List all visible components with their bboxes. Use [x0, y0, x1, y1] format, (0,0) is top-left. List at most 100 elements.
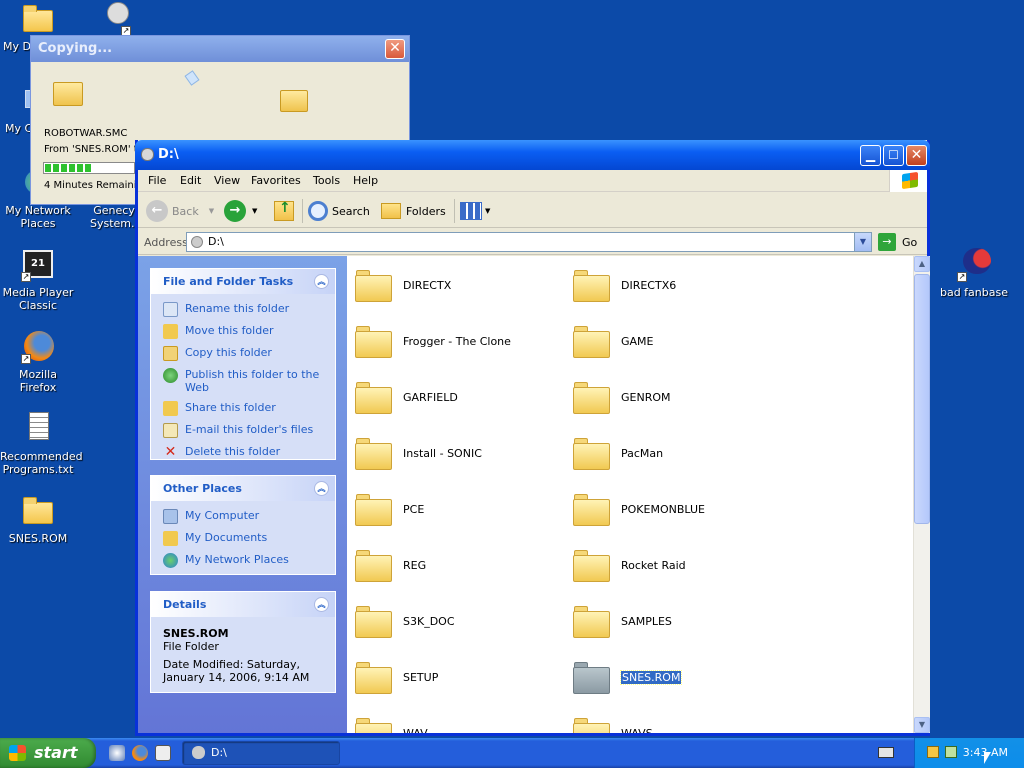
folder-item[interactable]: Install - SONIC: [355, 431, 482, 475]
back-button[interactable]: ← Back ▼: [146, 198, 214, 224]
go-label: Go: [902, 235, 918, 249]
documents-folder-icon: [163, 531, 178, 546]
search-button[interactable]: Search: [308, 198, 370, 224]
cd-drive-icon: ↗: [99, 2, 133, 36]
folder-item[interactable]: S3K_DOC: [355, 599, 455, 643]
system-tray: 3:43 AM: [914, 738, 1024, 768]
desktop-icon-snes-rom[interactable]: SNES.ROM: [0, 494, 76, 545]
folder-icon: [355, 548, 393, 582]
sonic-icon: ↗: [957, 248, 991, 282]
folder-item[interactable]: PacMan: [573, 431, 663, 475]
folder-icon: [573, 380, 611, 414]
up-folder-button[interactable]: ↑: [274, 198, 294, 224]
folder-name: WAV: [403, 726, 428, 734]
folder-item[interactable]: WAVS: [573, 711, 653, 733]
folder-item[interactable]: GARFIELD: [355, 375, 458, 419]
menu-file[interactable]: File: [148, 174, 166, 187]
folder-item[interactable]: PCE: [355, 487, 424, 531]
folder-item[interactable]: REG: [355, 543, 426, 587]
place-my-documents[interactable]: My Documents: [163, 531, 335, 546]
menu-tools[interactable]: Tools: [313, 174, 340, 187]
folder-item[interactable]: SAMPLES: [573, 599, 672, 643]
menu-help[interactable]: Help: [353, 174, 378, 187]
taskbar-window-button[interactable]: D:\: [182, 741, 340, 765]
folder-item[interactable]: DIRECTX6: [573, 263, 676, 307]
menu-edit[interactable]: Edit: [180, 174, 201, 187]
task-delete-folder[interactable]: ✕ Delete this folder: [163, 445, 335, 460]
address-dropdown-button[interactable]: ▼: [854, 233, 871, 251]
desktop-icon-bad-fanbase[interactable]: ↗ bad fanbase: [936, 248, 1012, 299]
copying-dialog-close-button[interactable]: ✕: [385, 39, 405, 59]
folder-icon: [355, 380, 393, 414]
menu-favorites[interactable]: Favorites: [251, 174, 301, 187]
explorer-titlebar[interactable]: D:\ ▁ ☐ ✕: [135, 140, 930, 170]
scroll-down-button[interactable]: ▼: [914, 717, 930, 733]
place-my-network-places[interactable]: My Network Places: [163, 553, 335, 568]
vertical-scrollbar[interactable]: ▲ ▼: [913, 256, 930, 733]
folder-item[interactable]: SNES.ROM: [573, 655, 683, 699]
forward-button[interactable]: → ▼: [224, 198, 257, 224]
task-share-folder[interactable]: Share this folder: [163, 401, 335, 416]
scroll-thumb[interactable]: [914, 274, 930, 524]
menu-view[interactable]: View: [214, 174, 240, 187]
panel-header[interactable]: Other Places ︽: [151, 476, 335, 501]
quicklaunch-firefox-icon[interactable]: [132, 745, 148, 761]
flying-paper-icon: [184, 70, 200, 86]
task-copy-folder[interactable]: Copy this folder: [163, 346, 335, 361]
folder-item[interactable]: GAME: [573, 319, 654, 363]
folders-icon: [381, 203, 401, 219]
copying-dialog-titlebar[interactable]: Copying... ✕: [31, 36, 409, 62]
folder-icon: [573, 436, 611, 470]
folder-item[interactable]: Frogger - The Clone: [355, 319, 511, 363]
folder-item[interactable]: DIRECTX: [355, 263, 451, 307]
keyboard-icon[interactable]: [878, 747, 894, 758]
folder-item[interactable]: SETUP: [355, 655, 438, 699]
panel-header[interactable]: Details ︽: [151, 592, 335, 617]
views-button[interactable]: ▼: [460, 198, 490, 224]
place-my-computer[interactable]: My Computer: [163, 509, 335, 524]
start-button[interactable]: start: [0, 738, 96, 768]
folder-item[interactable]: Rocket Raid: [573, 543, 686, 587]
place-label: My Network Places: [185, 553, 289, 566]
folder-name: REG: [403, 558, 427, 572]
maximize-button[interactable]: ☐: [883, 145, 904, 166]
folder-name: GAME: [621, 334, 654, 348]
folder-icon: [21, 494, 55, 528]
up-folder-icon: ↑: [274, 200, 294, 221]
collapse-chevron-icon[interactable]: ︽: [314, 274, 329, 289]
task-label: Copy this folder: [185, 346, 272, 359]
folders-button[interactable]: Folders: [381, 198, 446, 224]
tray-app-icon[interactable]: [927, 746, 939, 758]
search-icon: [308, 201, 328, 221]
folder-name: DIRECTX: [403, 278, 452, 292]
desktop-icon-recommended-programs[interactable]: Recommended Programs.txt: [0, 412, 83, 476]
collapse-chevron-icon[interactable]: ︽: [314, 481, 329, 496]
task-label: Delete this folder: [185, 445, 281, 458]
desktop-icon-media-player-classic[interactable]: 21 ↗ Media Player Classic: [0, 248, 76, 312]
close-button[interactable]: ✕: [906, 145, 927, 166]
desktop-icon-firefox[interactable]: ↗ Mozilla Firefox: [0, 330, 76, 394]
task-rename-folder[interactable]: Rename this folder: [163, 302, 335, 317]
quicklaunch-show-desktop-icon[interactable]: [109, 745, 125, 761]
folder-item[interactable]: WAV: [355, 711, 428, 733]
scroll-up-button[interactable]: ▲: [914, 256, 930, 272]
back-arrow-icon: ←: [146, 200, 168, 222]
collapse-chevron-icon[interactable]: ︽: [314, 597, 329, 612]
folder-item[interactable]: GENROM: [573, 375, 671, 419]
address-input[interactable]: D:\ ▼: [186, 232, 872, 252]
drive-icon: [192, 746, 205, 759]
folder-icon: [573, 660, 611, 694]
minimize-button[interactable]: ▁: [860, 145, 881, 166]
panel-header[interactable]: File and Folder Tasks ︽: [151, 269, 335, 294]
tray-network-icon[interactable]: [945, 746, 957, 758]
folder-name: Install - SONIC: [403, 446, 482, 460]
quicklaunch-media-player-icon[interactable]: [155, 745, 171, 761]
folder-item[interactable]: POKEMONBLUE: [573, 487, 705, 531]
folder-name: DIRECTX6: [621, 278, 677, 292]
go-button[interactable]: → Go: [878, 233, 917, 251]
firefox-icon: ↗: [21, 330, 55, 364]
task-move-folder[interactable]: Move this folder: [163, 324, 335, 339]
folder-name: PacMan: [621, 446, 664, 460]
task-publish-folder[interactable]: Publish this folder to the Web: [163, 368, 335, 394]
task-email-files[interactable]: E-mail this folder's files: [163, 423, 335, 438]
